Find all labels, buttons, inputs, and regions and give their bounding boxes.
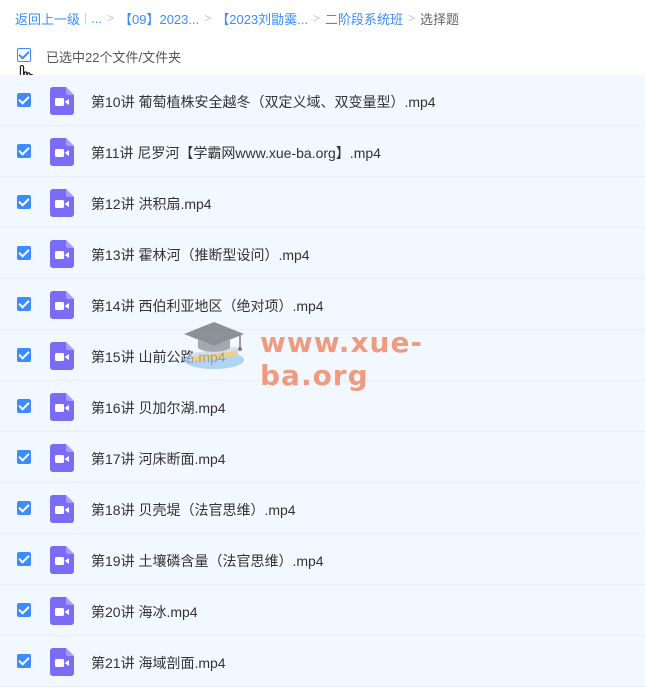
breadcrumb-separator: > [106, 11, 114, 25]
breadcrumb: 返回上一级 | ... > 【09】2023... > 【2023刘勖霙... … [15, 9, 459, 27]
file-name: 第19讲 土壤磷含量（法官思维）.mp4 [91, 553, 324, 569]
file-name: 第12讲 洪积扇.mp4 [91, 196, 212, 212]
file-row[interactable]: 第18讲 贝壳堤（法官思维）.mp4 [0, 483, 645, 534]
file-row[interactable]: 第10讲 葡萄植株安全越冬（双定义域、双变量型）.mp4 [0, 75, 645, 126]
file-checkbox[interactable] [17, 603, 31, 617]
breadcrumb-divider: | [84, 11, 88, 25]
video-file-icon [50, 546, 74, 574]
file-checkbox[interactable] [17, 195, 31, 209]
file-checkbox[interactable] [17, 246, 31, 260]
breadcrumb-item-09[interactable]: 【09】2023... [119, 9, 199, 28]
video-file-icon [50, 648, 74, 676]
breadcrumb-item-2023[interactable]: 【2023刘勖霙... [216, 9, 308, 28]
breadcrumb-item-course[interactable]: 二阶段系统班 [325, 9, 403, 28]
breadcrumb-ellipsis[interactable]: ... [91, 11, 102, 26]
file-checkbox[interactable] [17, 450, 31, 464]
selection-bar: 已选中22个文件/文件夹 [0, 43, 645, 67]
breadcrumb-separator: > [204, 11, 212, 25]
breadcrumb-separator: > [313, 11, 321, 25]
video-file-icon [50, 189, 74, 217]
breadcrumb-current: 选择题 [420, 11, 460, 27]
file-checkbox[interactable] [17, 552, 31, 566]
file-row[interactable]: 第21讲 海域剖面.mp4 [0, 636, 645, 687]
file-row[interactable]: 第12讲 洪积扇.mp4 [0, 177, 645, 228]
file-checkbox[interactable] [17, 144, 31, 158]
file-row[interactable]: 第19讲 土壤磷含量（法官思维）.mp4 [0, 534, 645, 585]
video-file-icon [50, 240, 74, 268]
file-row[interactable]: 第15讲 山前公路.mp4 [0, 330, 645, 381]
file-row[interactable]: 第17讲 河床断面.mp4 [0, 432, 645, 483]
file-name: 第16讲 贝加尔湖.mp4 [91, 400, 226, 416]
file-name: 第13讲 霍林河（推断型设问）.mp4 [91, 247, 310, 263]
file-row[interactable]: 第16讲 贝加尔湖.mp4 [0, 381, 645, 432]
file-name: 第18讲 贝壳堤（法官思维）.mp4 [91, 502, 296, 518]
file-name: 第14讲 西伯利亚地区（绝对项）.mp4 [91, 298, 324, 314]
video-file-icon [50, 597, 74, 625]
video-file-icon [50, 342, 74, 370]
video-file-icon [50, 393, 74, 421]
file-name: 第10讲 葡萄植株安全越冬（双定义域、双变量型）.mp4 [91, 94, 436, 110]
video-file-icon [50, 87, 74, 115]
file-row[interactable]: 第14讲 西伯利亚地区（绝对项）.mp4 [0, 279, 645, 330]
file-checkbox[interactable] [17, 399, 31, 413]
video-file-icon [50, 444, 74, 472]
file-row[interactable]: 第13讲 霍林河（推断型设问）.mp4 [0, 228, 645, 279]
selection-count-label: 已选中22个文件/文件夹 [46, 50, 182, 65]
file-checkbox[interactable] [17, 93, 31, 107]
file-name: 第17讲 河床断面.mp4 [91, 451, 226, 467]
file-checkbox[interactable] [17, 297, 31, 311]
file-name: 第20讲 海冰.mp4 [91, 604, 198, 620]
select-all-checkbox[interactable] [17, 48, 31, 62]
video-file-icon [50, 138, 74, 166]
file-name: 第15讲 山前公路.mp4 [91, 349, 226, 365]
file-row[interactable]: 第11讲 尼罗河【学霸网www.xue-ba.org】.mp4 [0, 126, 645, 177]
file-checkbox[interactable] [17, 348, 31, 362]
video-file-icon [50, 291, 74, 319]
back-link[interactable]: 返回上一级 [15, 9, 80, 28]
file-name: 第11讲 尼罗河【学霸网www.xue-ba.org】.mp4 [91, 145, 381, 161]
file-list: 第10讲 葡萄植株安全越冬（双定义域、双变量型）.mp4 第11讲 尼罗河【学霸网… [0, 75, 645, 687]
file-row[interactable]: 第20讲 海冰.mp4 [0, 585, 645, 636]
file-name: 第21讲 海域剖面.mp4 [91, 655, 226, 671]
breadcrumb-separator: > [408, 11, 416, 25]
file-checkbox[interactable] [17, 501, 31, 515]
video-file-icon [50, 495, 74, 523]
file-checkbox[interactable] [17, 654, 31, 668]
